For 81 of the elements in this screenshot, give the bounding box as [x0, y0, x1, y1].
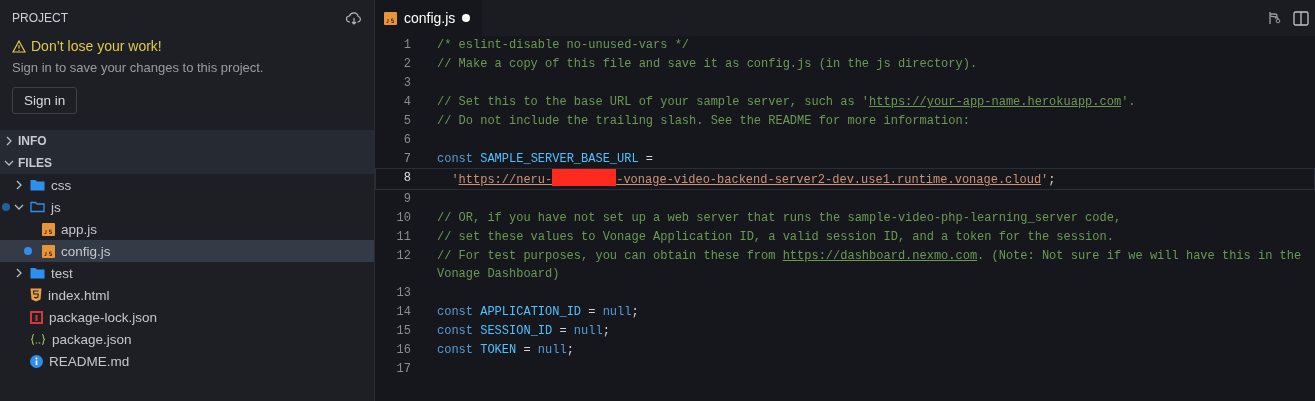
braces-icon — [30, 332, 46, 346]
code-link[interactable]: -vonage-video-backend-server2-dev.use1.runtime.vonage.cloud — [616, 173, 1042, 187]
line-number: 4 — [402, 94, 411, 111]
file-tree-item[interactable]: package.json — [0, 328, 374, 350]
file-name: js — [51, 199, 61, 215]
sidebar-title: PROJECT — [12, 11, 68, 25]
editor-tab[interactable]: config.js — [375, 0, 483, 36]
code-line: 'https://neru- -vonage-video-backend-server2-dev.use1.runtime.vonage.cloud'; — [437, 169, 1313, 189]
file-name: index.html — [48, 287, 110, 303]
line-number: 10 — [395, 210, 411, 227]
code-line: // set these values to Vonage Application ID, a valid session ID, and a token for the session. — [437, 229, 1115, 246]
code-line: /* eslint-disable no-unused-vars */ — [437, 37, 691, 54]
folder-icon — [30, 267, 45, 279]
line-number: 9 — [402, 191, 411, 208]
file-name: package.json — [52, 331, 132, 347]
line-number: 2 — [402, 56, 411, 73]
code-line: const SAMPLE_SERVER_BASE_URL = — [437, 151, 655, 168]
code-line: // Set this to the base URL of your sample server, such as 'https://your-app-name.herokuapp.com'. — [437, 94, 1137, 111]
file-name: README.md — [49, 353, 130, 369]
section-header[interactable]: FILES — [0, 152, 374, 174]
file-tree-item[interactable]: app.js — [0, 218, 374, 240]
line-number: 12 — [395, 248, 411, 265]
line-number: 6 — [402, 132, 411, 149]
file-name: css — [51, 177, 72, 193]
js-file-icon — [384, 11, 397, 25]
file-name: test — [51, 265, 73, 281]
line-number: 14 — [395, 304, 411, 321]
code-line: // OR, if you have not set up a web server that runs the sample-video-php-learning_server code, — [437, 210, 1123, 227]
folder-icon — [30, 179, 45, 191]
line-number: 5 — [402, 113, 411, 130]
file-name: config.js — [61, 243, 111, 259]
file-tree-item[interactable]: index.html — [0, 284, 374, 306]
js-file-icon — [42, 244, 55, 258]
line-number: 7 — [402, 151, 411, 168]
line-number: 15 — [395, 323, 411, 340]
folder-icon — [30, 201, 45, 213]
line-number: 17 — [395, 361, 411, 378]
js-file-icon — [42, 222, 55, 236]
file-tree-item[interactable]: css — [0, 174, 374, 196]
code-link[interactable]: https://dashboard.nexmo.com — [782, 249, 978, 263]
line-number: 8 — [402, 170, 411, 187]
chevron-right-icon — [4, 136, 14, 146]
code-link[interactable]: https://neru- — [458, 173, 553, 187]
line-number: 1 — [402, 37, 411, 54]
branch-icon[interactable] — [1267, 10, 1281, 26]
section-header[interactable]: INFO — [0, 130, 374, 152]
chevron-down-icon — [4, 158, 14, 168]
file-name: package-lock.json — [49, 309, 158, 325]
notice-text: Sign in to save your changes to this project. — [12, 60, 265, 75]
line-number: 16 — [395, 342, 411, 359]
line-number: 13 — [395, 285, 411, 302]
modified-dot-icon — [24, 247, 32, 255]
line-number: 11 — [395, 229, 411, 246]
code-line: // Do not include the trailing slash. See the README for more information: — [437, 113, 971, 130]
chevron-down-icon — [14, 202, 24, 212]
chevron-right-icon — [14, 268, 24, 278]
code-line: const TOKEN = null; — [437, 342, 575, 359]
warning-icon — [12, 39, 26, 53]
warning-title: Don’t lose your work! — [12, 38, 362, 54]
code-link[interactable]: https://your-app-name.herokuapp.com — [869, 95, 1122, 109]
split-editor-icon[interactable] — [1293, 10, 1309, 26]
file-tree-item[interactable]: config.js — [0, 240, 374, 262]
code-line: // Make a copy of this file and save it as config.js (in the js directory). — [437, 56, 979, 73]
npm-file-icon — [30, 310, 43, 324]
modified-dot-icon — [2, 203, 10, 211]
file-tree-item[interactable]: README.md — [0, 350, 374, 372]
file-tree-item[interactable]: package-lock.json — [0, 306, 374, 328]
info-icon — [30, 354, 43, 368]
line-number: 3 — [402, 75, 411, 92]
chevron-right-icon — [14, 180, 24, 190]
html-file-icon — [30, 288, 42, 302]
cloud-download-icon[interactable] — [346, 11, 362, 25]
code-line: const APPLICATION_ID = null; — [437, 304, 640, 321]
redaction-mark — [552, 169, 617, 186]
sign-in-button[interactable]: Sign in — [12, 87, 78, 114]
code-line: // For test purposes, you can obtain these from https://dashboard.nexmo.com. (Note: Not sure if we will have this in the Vonage Dashboard) — [437, 248, 1303, 283]
file-tree-item[interactable]: test — [0, 262, 374, 284]
file-tree-item[interactable]: js — [0, 196, 374, 218]
code-line: const SESSION_ID = null; — [437, 323, 611, 340]
modified-dot-icon — [462, 14, 471, 22]
file-name: app.js — [61, 221, 98, 237]
